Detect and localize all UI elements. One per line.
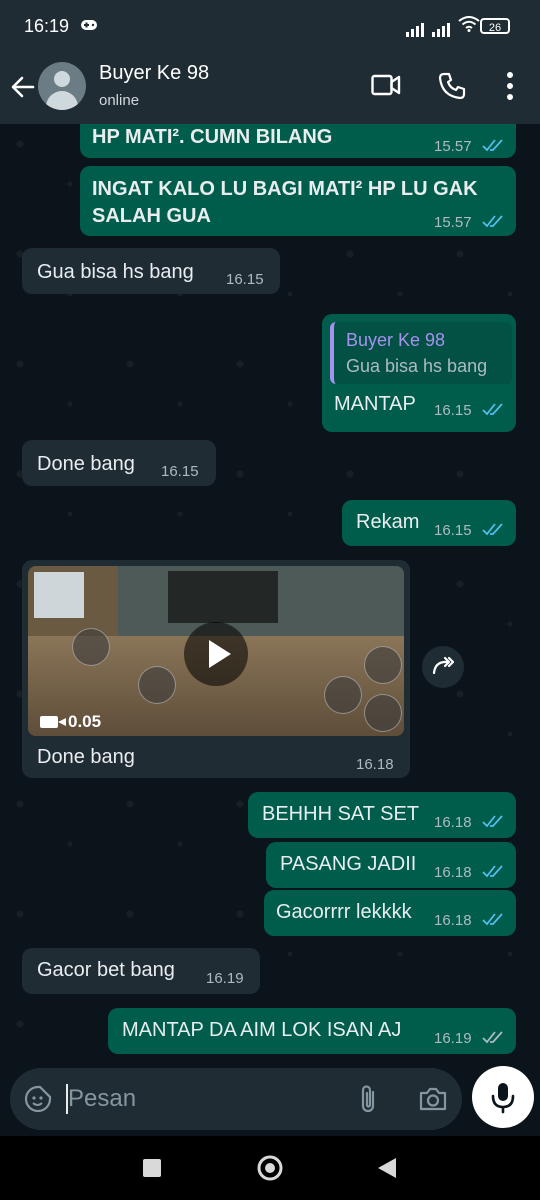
play-icon[interactable]	[184, 622, 248, 686]
message-text: INGAT KALO LU BAGI MATI² HP LU GAK	[92, 178, 478, 200]
message-time: 16.15	[161, 463, 199, 480]
message-input[interactable]: Pesan	[10, 1068, 462, 1130]
gamepad-icon	[80, 18, 98, 36]
forward-button[interactable]	[422, 646, 464, 688]
message-outgoing[interactable]: Buyer Ke 98 Gua bisa hs bang MANTAP 16.1…	[322, 314, 516, 432]
message-outgoing[interactable]: BEHHH SAT SET 16.18	[248, 792, 516, 838]
message-text: Gacor bet bang	[37, 959, 175, 981]
recents-icon[interactable]	[142, 1158, 162, 1183]
message-outgoing[interactable]: Rekam 16.15	[342, 500, 516, 546]
message-time: 16.15	[434, 402, 472, 419]
system-nav-bar	[0, 1136, 540, 1200]
message-text: Rekam	[356, 511, 420, 533]
message-text: MANTAP DA AIM LOK ISAN AJ	[122, 1019, 402, 1041]
message-time: 16.18	[356, 756, 394, 773]
read-ticks-icon	[482, 214, 504, 233]
video-duration: 0.05	[68, 712, 102, 731]
chat-area[interactable]: HP MATI². CUMN BILANG 15.57 INGAT KALO L…	[0, 124, 540, 1062]
message-incoming[interactable]: Done bang 16.15	[22, 440, 216, 486]
sticker-icon[interactable]	[24, 1085, 52, 1118]
message-incoming[interactable]: Gua bisa hs bang 16.15	[22, 248, 280, 294]
message-text: PASANG JADII	[280, 853, 417, 875]
message-text: MANTAP	[334, 393, 416, 415]
message-time: 16.15	[434, 522, 472, 539]
message-placeholder: Pesan	[68, 1085, 137, 1112]
message-text: Gacorrrr lekkkk	[276, 901, 412, 923]
wifi-icon	[458, 16, 480, 37]
message-text: BEHHH SAT SET	[262, 803, 420, 825]
message-time: 16.19	[206, 970, 244, 987]
message-incoming-video[interactable]: 0.05 Done bang 16.18	[22, 560, 410, 778]
message-time: 15.57	[434, 138, 472, 155]
message-text: Gua bisa hs bang	[37, 261, 194, 283]
camera-icon[interactable]	[418, 1086, 448, 1117]
message-time: 16.15	[226, 271, 264, 288]
quoted-sender: Buyer Ke 98	[346, 330, 446, 350]
signal-1-icon	[406, 21, 424, 37]
status-time: 16:19	[24, 16, 70, 36]
message-time: 15.57	[434, 214, 472, 231]
message-outgoing[interactable]: INGAT KALO LU BAGI MATI² HP LU GAK SALAH…	[80, 166, 516, 236]
attachment-icon[interactable]	[357, 1084, 379, 1119]
back-arrow-icon[interactable]	[10, 74, 36, 105]
message-outgoing[interactable]: Gacorrrr lekkkk 16.18	[264, 890, 516, 936]
home-icon[interactable]	[256, 1154, 284, 1187]
read-ticks-icon	[482, 814, 504, 833]
message-outgoing[interactable]: HP MATI². CUMN BILANG 15.57	[80, 124, 516, 158]
quoted-message[interactable]: Buyer Ke 98 Gua bisa hs bang	[330, 322, 512, 384]
message-time: 16.19	[434, 1030, 472, 1047]
message-text: HP MATI². CUMN BILANG	[92, 126, 333, 148]
read-ticks-icon	[482, 402, 504, 421]
video-camera-icon	[40, 716, 66, 728]
video-call-icon[interactable]	[371, 72, 401, 103]
message-incoming[interactable]: Gacor bet bang 16.19	[22, 948, 260, 994]
read-ticks-icon	[482, 912, 504, 931]
message-text: Done bang	[37, 746, 135, 768]
composer-bar: Pesan	[0, 1062, 540, 1136]
message-text: Done bang	[37, 453, 135, 475]
game-minimap	[34, 572, 84, 618]
signal-2-icon	[432, 21, 450, 37]
message-time: 16.18	[434, 912, 472, 929]
message-time: 16.18	[434, 814, 472, 831]
chat-header: Buyer Ke 98 online	[0, 52, 540, 124]
message-outgoing[interactable]: MANTAP DA AIM LOK ISAN AJ 16.19	[108, 1008, 516, 1054]
message-text: SALAH GUA	[92, 205, 211, 227]
message-outgoing[interactable]: PASANG JADII 16.18	[266, 842, 516, 888]
contact-name[interactable]: Buyer Ke 98	[99, 62, 209, 85]
quoted-text: Gua bisa hs bang	[346, 356, 488, 376]
message-time: 16.18	[434, 864, 472, 881]
delivered-ticks-icon	[482, 1030, 504, 1049]
read-ticks-icon	[482, 864, 504, 883]
read-ticks-icon	[482, 522, 504, 541]
video-thumbnail[interactable]: 0.05	[28, 566, 404, 736]
mic-button[interactable]	[472, 1066, 534, 1128]
back-nav-icon[interactable]	[376, 1156, 398, 1185]
status-bar: 16:19 26	[0, 0, 540, 52]
more-options-icon[interactable]	[506, 70, 514, 107]
phone-icon[interactable]	[438, 72, 466, 105]
battery-indicator: 26	[480, 18, 510, 34]
read-ticks-icon	[482, 138, 504, 157]
contact-status: online	[99, 92, 140, 109]
avatar[interactable]	[38, 62, 86, 110]
